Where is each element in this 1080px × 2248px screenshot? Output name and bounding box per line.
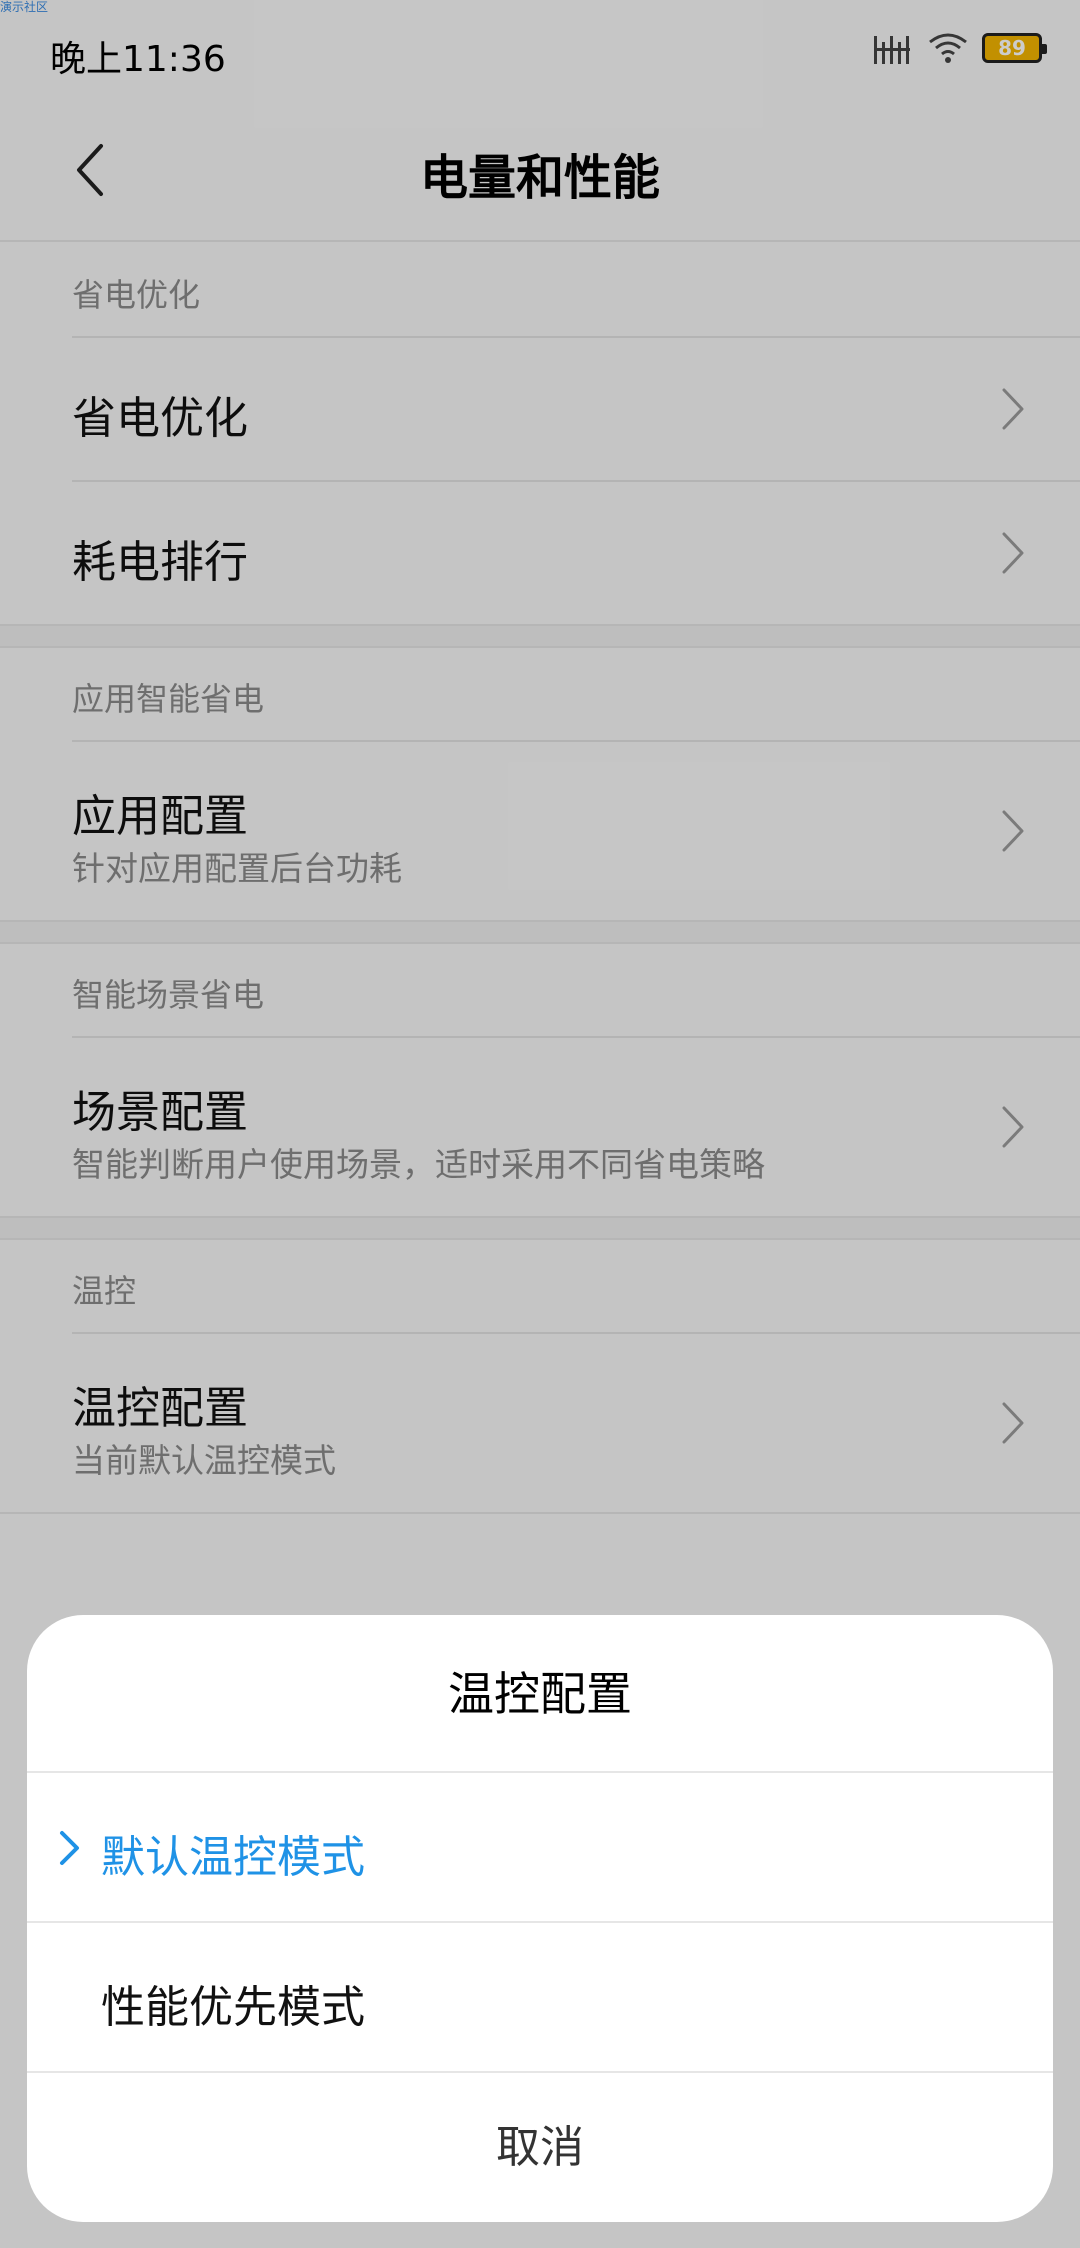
option-label: 性能优先模式 (101, 1982, 365, 2033)
cancel-button[interactable]: 取消 (27, 2073, 1053, 2222)
sheet-title: 温控配置 (27, 1615, 1053, 1773)
option-performance-mode[interactable]: 性能优先模式 (27, 1923, 1053, 2073)
option-label: 默认温控模式 (101, 1832, 365, 1883)
option-default-thermal-mode[interactable]: 默认温控模式 (27, 1773, 1053, 1923)
chevron-right-icon (60, 1831, 79, 1865)
thermal-config-sheet: 温控配置 默认温控模式 性能优先模式 取消 (27, 1615, 1053, 2222)
